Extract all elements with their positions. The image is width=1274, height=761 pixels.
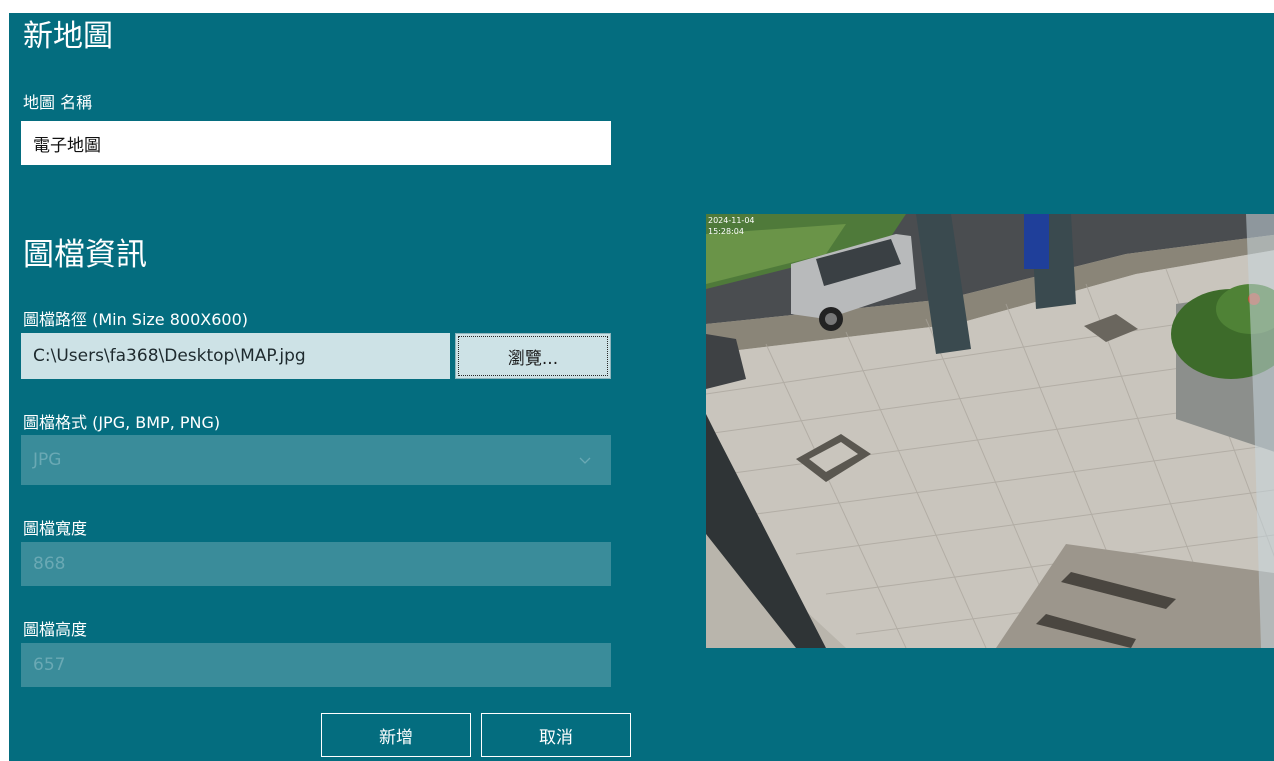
image-path-input[interactable] — [21, 333, 450, 379]
browse-button[interactable]: 瀏覽... — [455, 333, 611, 379]
image-height-input — [21, 643, 611, 687]
cancel-button[interactable]: 取消 — [481, 713, 631, 757]
browse-button-label: 瀏覽... — [458, 336, 608, 376]
map-preview-image: 2024-11-04 15:28:04 — [706, 214, 1274, 648]
map-name-input[interactable] — [21, 121, 611, 165]
chevron-down-icon — [579, 457, 591, 464]
image-height-label: 圖檔高度 — [23, 620, 88, 639]
new-map-dialog: 新地圖 地圖 名稱 圖檔資訊 圖檔路徑 (Min Size 800X600) 瀏… — [9, 13, 1274, 761]
preview-time-overlay: 15:28:04 — [708, 227, 744, 236]
map-name-label: 地圖 名稱 — [23, 93, 93, 112]
image-width-label: 圖檔寬度 — [23, 519, 88, 538]
image-path-label: 圖檔路徑 (Min Size 800X600) — [23, 310, 249, 329]
image-format-label: 圖檔格式 (JPG, BMP, PNG) — [23, 413, 221, 432]
image-format-selected: JPG — [33, 450, 62, 470]
preview-date-overlay: 2024-11-04 — [708, 216, 755, 225]
image-format-select[interactable]: JPG — [21, 435, 611, 485]
image-width-input — [21, 542, 611, 586]
add-button[interactable]: 新增 — [321, 713, 471, 757]
section-title: 圖檔資訊 — [23, 237, 147, 273]
page-title: 新地圖 — [23, 19, 113, 54]
